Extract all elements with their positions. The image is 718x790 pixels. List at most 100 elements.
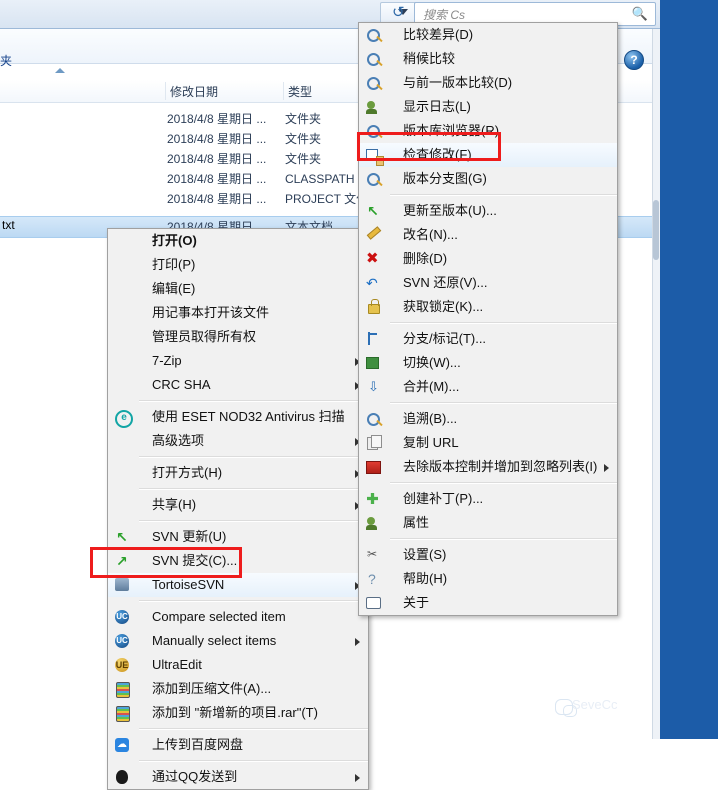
- menu-item-label: 版本分支图(G): [403, 171, 487, 186]
- menu-item[interactable]: 创建补丁(P)...: [359, 487, 617, 511]
- menu-item[interactable]: 通过QQ发送到: [108, 765, 368, 789]
- menu-item-label: 添加到 "新增新的项目.rar"(T): [152, 705, 318, 720]
- menu-item[interactable]: 打开方式(H): [108, 461, 368, 485]
- unversion-ignore-icon: [365, 459, 381, 475]
- search-icon: 🔍: [631, 6, 648, 21]
- menu-item[interactable]: 属性: [359, 511, 617, 535]
- desktop-right-strip: [660, 0, 718, 739]
- menu-item-label: 帮助(H): [403, 571, 448, 586]
- menu-item[interactable]: 比较差异(D): [359, 23, 617, 47]
- menu-item[interactable]: 共享(H): [108, 493, 368, 517]
- menu-item-label: 打印(P): [152, 257, 196, 272]
- file-context-menu: 打开(O) 打印(P) 编辑(E) 用记事本打开该文件管理员取得所有权 7-Zip CRC…: [107, 228, 369, 790]
- merge-icon: ⇩: [368, 379, 379, 394]
- menu-item-label: 管理员取得所有权: [152, 329, 257, 344]
- menu-item-label: 显示日志(L): [403, 99, 471, 114]
- menu-item[interactable]: ↶ SVN 还原(V)...: [359, 271, 617, 295]
- highlight-box-check-modifications: [357, 132, 501, 161]
- menu-item[interactable]: UC Manually select items: [108, 629, 368, 653]
- column-divider: [165, 82, 166, 100]
- column-header-date[interactable]: 修改日期: [170, 83, 218, 100]
- menu-item[interactable]: 版本分支图(G): [359, 167, 617, 191]
- menu-item[interactable]: 添加到 "新增新的项目.rar"(T): [108, 701, 368, 725]
- highlight-box-tortoisesvn: [90, 547, 242, 578]
- file-type-cell: 文件夹: [285, 132, 322, 146]
- menu-item[interactable]: 高级选项: [108, 429, 368, 453]
- menu-item[interactable]: 显示日志(L): [359, 95, 617, 119]
- menu-item-label: SVN 还原(V)...: [403, 275, 488, 290]
- menu-item-label: 切换(W)...: [403, 355, 461, 370]
- menu-item[interactable]: UE UltraEdit: [108, 653, 368, 677]
- menu-item[interactable]: ✂ 设置(S): [359, 543, 617, 567]
- help-icon[interactable]: ?: [624, 50, 644, 70]
- tortoisesvn-icon: [114, 577, 130, 593]
- file-date-cell: 2018/4/8 星期日 ...: [167, 152, 267, 166]
- submenu-arrow-icon: [355, 638, 360, 646]
- show-log-icon: [365, 99, 381, 115]
- menu-item[interactable]: 关于: [359, 591, 617, 615]
- ultracompare-icon: UC: [114, 609, 130, 625]
- column-header-type[interactable]: 类型: [288, 83, 312, 100]
- watermark-text: SeveCc: [572, 697, 618, 712]
- menu-separator: [390, 538, 617, 540]
- menu-separator: [139, 600, 368, 602]
- menu-item-label: Compare selected item: [152, 609, 286, 624]
- menu-item[interactable]: UC Compare selected item: [108, 605, 368, 629]
- menu-item-label: 7-Zip: [152, 353, 182, 368]
- menu-item[interactable]: 管理员取得所有权: [108, 325, 368, 349]
- menu-item[interactable]: e 使用 ESET NOD32 Antivirus 扫描: [108, 405, 368, 429]
- menu-item-label: 分支/标记(T)...: [403, 331, 487, 346]
- menu-item[interactable]: ? 帮助(H): [359, 567, 617, 591]
- qq-icon: [114, 769, 130, 785]
- menu-item[interactable]: ↖ 更新至版本(U)...: [359, 199, 617, 223]
- menu-item[interactable]: ✖ 删除(D): [359, 247, 617, 271]
- svn-update-icon: ↖: [116, 529, 128, 545]
- menu-item[interactable]: 获取锁定(K)...: [359, 295, 617, 319]
- menu-item[interactable]: 打开(O): [108, 229, 368, 253]
- menu-item[interactable]: CRC SHA: [108, 373, 368, 397]
- settings-icon: ✂: [367, 547, 378, 561]
- menu-item[interactable]: 打印(P): [108, 253, 368, 277]
- revert-icon: ↶: [366, 275, 378, 291]
- menu-item-label: 删除(D): [403, 251, 448, 266]
- menu-item[interactable]: 编辑(E): [108, 277, 368, 301]
- menu-item-label: 打开(O): [152, 233, 197, 248]
- menu-item[interactable]: 切换(W)...: [359, 351, 617, 375]
- menu-item[interactable]: 追溯(B)...: [359, 407, 617, 431]
- menu-item[interactable]: 复制 URL: [359, 431, 617, 455]
- menu-item[interactable]: 7-Zip: [108, 349, 368, 373]
- menu-item-label: 合并(M)...: [403, 379, 460, 394]
- baidu-netdisk-icon: ☁: [115, 738, 129, 752]
- winrar-icon: [114, 681, 130, 698]
- sort-ascending-icon: [55, 68, 65, 73]
- menu-item[interactable]: ☁ 上传到百度网盘: [108, 733, 368, 757]
- toolbar-label: 夹: [0, 54, 13, 68]
- file-type-cell: 文件夹: [285, 112, 322, 126]
- menu-item[interactable]: 分支/标记(T)...: [359, 327, 617, 351]
- menu-item[interactable]: 稍候比较: [359, 47, 617, 71]
- column-divider: [283, 82, 284, 100]
- context-menu-items: 打开(O) 打印(P) 编辑(E) 用记事本打开该文件管理员取得所有权 7-Zip CRC…: [108, 229, 368, 789]
- menu-item[interactable]: 去除版本控制并增加到忽略列表(I): [359, 455, 617, 479]
- menu-separator: [139, 520, 368, 522]
- menu-item-label: 使用 ESET NOD32 Antivirus 扫描: [152, 409, 345, 424]
- menu-item[interactable]: 与前一版本比较(D): [359, 71, 617, 95]
- menu-item-label: 编辑(E): [152, 281, 196, 296]
- help-icon: ?: [368, 571, 376, 587]
- scrollbar-thumb[interactable]: [653, 200, 659, 260]
- menu-item-label: 改名(N)...: [403, 227, 458, 242]
- menu-separator: [139, 456, 368, 458]
- menu-item-label: SVN 更新(U): [152, 529, 227, 544]
- tortoisesvn-menu-items: 比较差异(D) 稍候比较 与前一版本比较(D) 显示日志(L) 版本库浏览器(R) 检查修…: [359, 23, 617, 615]
- menu-item[interactable]: ↖ SVN 更新(U): [108, 525, 368, 549]
- menu-item-label: 高级选项: [152, 433, 205, 448]
- properties-icon: [365, 515, 381, 531]
- menu-item[interactable]: 添加到压缩文件(A)...: [108, 677, 368, 701]
- ultraedit-icon: UE: [115, 658, 129, 672]
- diff-icon: [365, 27, 381, 43]
- vertical-scrollbar[interactable]: [652, 29, 660, 739]
- menu-item[interactable]: ⇩ 合并(M)...: [359, 375, 617, 399]
- menu-item[interactable]: 改名(N)...: [359, 223, 617, 247]
- menu-item[interactable]: 用记事本打开该文件: [108, 301, 368, 325]
- menu-separator: [139, 400, 368, 402]
